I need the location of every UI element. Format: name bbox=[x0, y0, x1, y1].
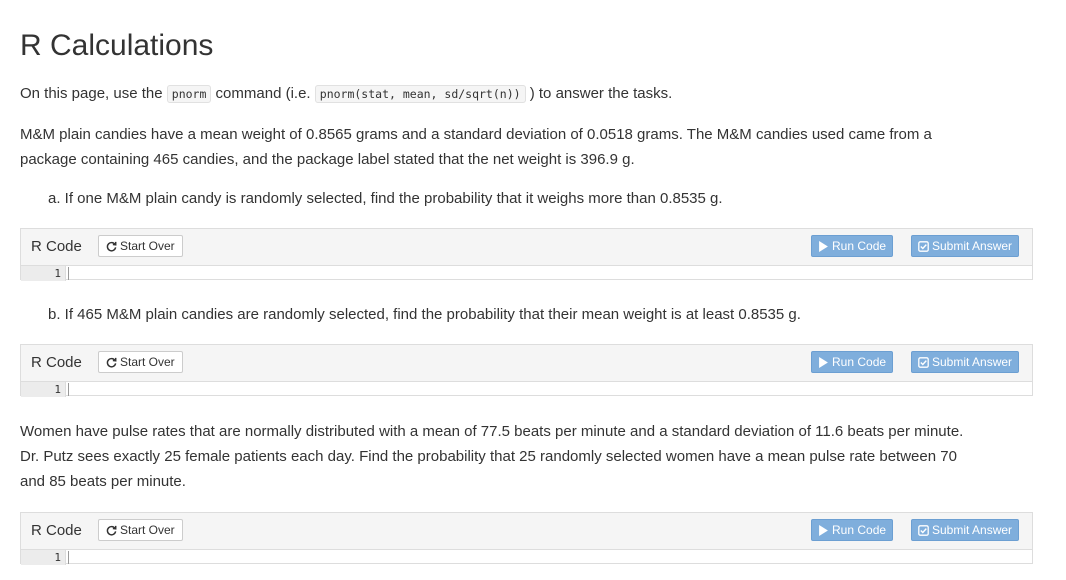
pulse-paragraph: Women have pulse rates that are normally… bbox=[20, 423, 964, 490]
line-gutter: 1 bbox=[21, 550, 66, 565]
submit-answer-button[interactable]: Submit Answer bbox=[911, 351, 1020, 373]
exercise-label: R Code bbox=[31, 354, 82, 371]
text-cursor bbox=[68, 383, 69, 396]
line-number: 1 bbox=[54, 383, 61, 396]
exercise-label: R Code bbox=[31, 238, 82, 255]
play-icon bbox=[819, 241, 828, 252]
code-editor[interactable]: 1 bbox=[21, 550, 1032, 565]
run-code-button[interactable]: Run Code bbox=[811, 235, 894, 257]
line-gutter: 1 bbox=[21, 266, 66, 281]
play-icon bbox=[819, 357, 828, 368]
question-b: b. If 465 M&M plain candies are randomly… bbox=[48, 306, 801, 323]
refresh-icon bbox=[106, 357, 117, 368]
start-over-button[interactable]: Start Over bbox=[98, 519, 183, 541]
exercise-toolbar: R Code Start Over Run Code Submit Answer bbox=[21, 229, 1032, 266]
exercise-label: R Code bbox=[31, 522, 82, 539]
check-square-icon bbox=[918, 241, 929, 252]
start-over-button[interactable]: Start Over bbox=[98, 351, 183, 373]
exercise-a: R Code Start Over Run Code Submit Answer… bbox=[20, 228, 1033, 281]
start-over-button[interactable]: Start Over bbox=[98, 235, 183, 257]
code-editor[interactable]: 1 bbox=[21, 266, 1032, 281]
page-title: R Calculations bbox=[20, 29, 214, 62]
exercise-b: R Code Start Over Run Code Submit Answer… bbox=[20, 344, 1033, 397]
exercise-pulse: R Code Start Over Run Code Submit Answer… bbox=[20, 512, 1033, 565]
code-editor[interactable]: 1 bbox=[21, 382, 1032, 397]
play-icon bbox=[819, 525, 828, 536]
question-a: a. If one M&M plain candy is randomly se… bbox=[48, 190, 723, 207]
run-code-button[interactable]: Run Code bbox=[811, 519, 894, 541]
exercise-toolbar: R Code Start Over Run Code Submit Answer bbox=[21, 513, 1032, 550]
refresh-icon bbox=[106, 525, 117, 536]
code-pnorm-usage: pnorm(stat, mean, sd/sqrt(n)) bbox=[314, 85, 526, 103]
text-cursor bbox=[68, 551, 69, 564]
mm-paragraph: M&M plain candies have a mean weight of … bbox=[20, 126, 932, 168]
submit-answer-button[interactable]: Submit Answer bbox=[911, 235, 1020, 257]
line-number: 1 bbox=[54, 551, 61, 564]
line-number: 1 bbox=[54, 267, 61, 280]
text-cursor bbox=[68, 267, 69, 280]
check-square-icon bbox=[918, 357, 929, 368]
refresh-icon bbox=[106, 241, 117, 252]
exercise-toolbar: R Code Start Over Run Code Submit Answer bbox=[21, 345, 1032, 382]
line-gutter: 1 bbox=[21, 382, 66, 397]
run-code-button[interactable]: Run Code bbox=[811, 351, 894, 373]
submit-answer-button[interactable]: Submit Answer bbox=[911, 519, 1020, 541]
intro-paragraph: On this page, use the pnorm command (i.e… bbox=[20, 85, 673, 103]
check-square-icon bbox=[918, 525, 929, 536]
code-pnorm: pnorm bbox=[166, 85, 212, 103]
